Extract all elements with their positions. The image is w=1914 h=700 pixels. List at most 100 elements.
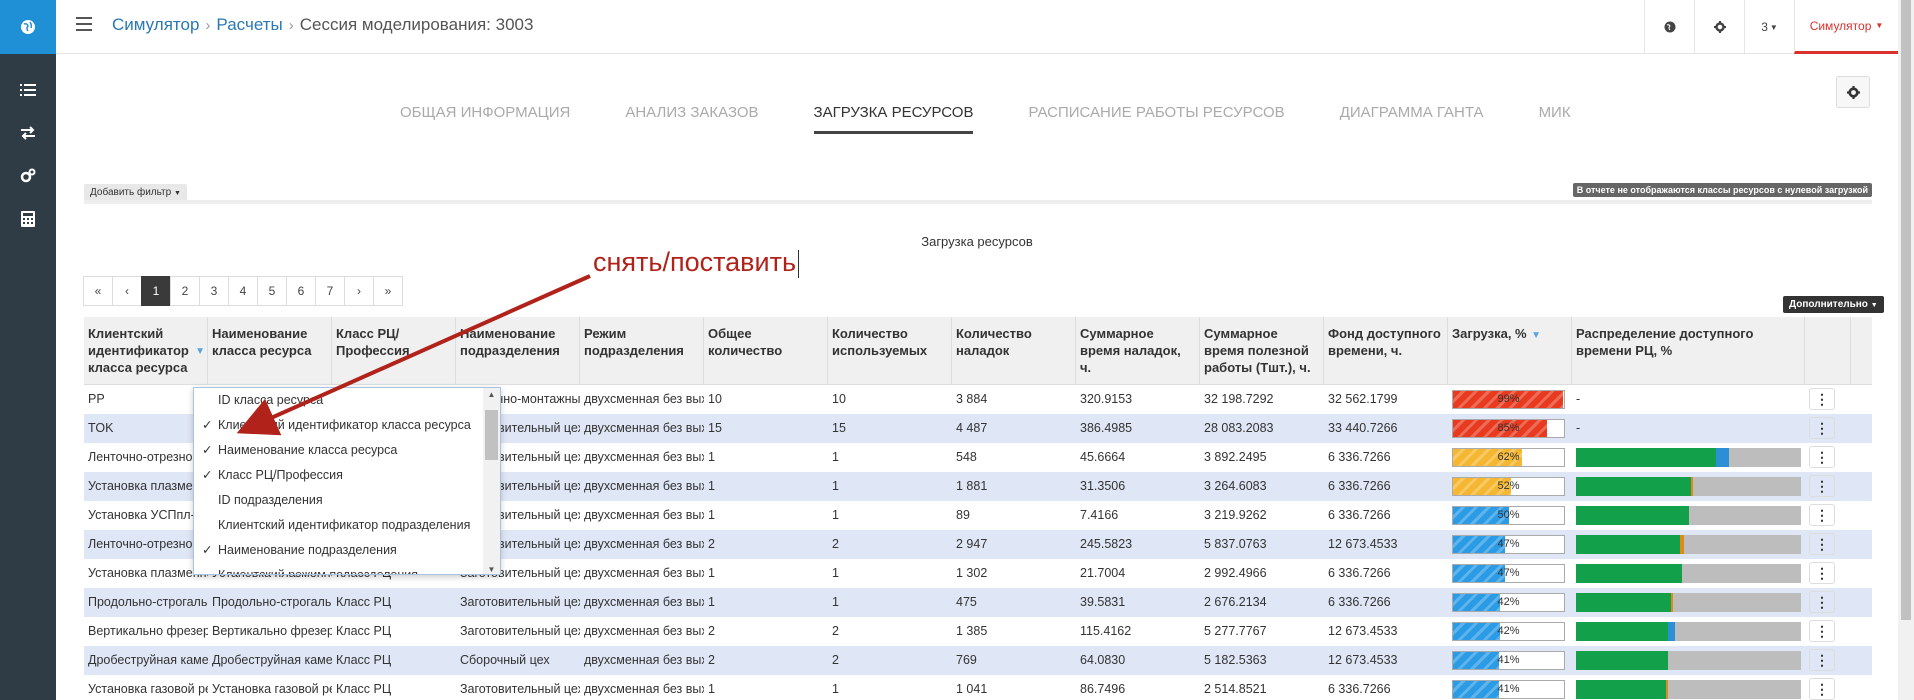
tab-resource-schedule[interactable]: РАСПИСАНИЕ РАБОТЫ РЕСУРСОВ [1028,104,1284,134]
page-button[interactable]: « [83,276,113,306]
table-cell: Вертикально фрезерный [212,624,332,638]
list-icon[interactable] [0,68,56,111]
row-menu-kebab-icon[interactable]: ⋮ [1809,388,1835,410]
row-menu-kebab-icon[interactable]: ⋮ [1809,446,1835,468]
hamburger-menu-icon[interactable] [76,17,92,31]
tab-mik[interactable]: МИК [1539,104,1571,134]
tab-gantt[interactable]: ДИАГРАММА ГАНТА [1340,104,1484,134]
row-menu-kebab-icon[interactable]: ⋮ [1809,533,1835,555]
globe-icon[interactable] [1644,0,1694,54]
table-row[interactable]: Установка газовой резки Установка газовой… [84,675,1872,700]
simulator-menu[interactable]: Симулятор ▼ [1794,0,1898,54]
load-percent: 47% [1497,567,1520,579]
load-cell: 99% [1448,385,1572,414]
row-menu-kebab-icon[interactable]: ⋮ [1809,591,1835,613]
row-menu-kebab-icon[interactable]: ⋮ [1809,562,1835,584]
column-header[interactable]: Общее количество [704,317,828,384]
page-button[interactable]: 1 [141,276,171,306]
column-header[interactable]: Загрузка, % ▼ [1448,317,1572,384]
globe-logo-icon[interactable] [0,0,56,54]
load-bar: 99% [1452,390,1565,409]
table-cell: 1 [832,479,839,493]
page-button[interactable]: 2 [170,276,200,306]
column-header-label: Загрузка, % [1452,326,1527,341]
column-header[interactable]: Режим подразделения [580,317,704,384]
filter-icon[interactable]: ▼ [1531,327,1541,344]
column-header[interactable]: Фонд доступного времени, ч. [1324,317,1448,384]
column-header[interactable]: Класс РЦ/ Профессия [332,317,456,384]
chevron-right-icon: › [288,16,294,34]
column-toggle-item[interactable]: ✓ Клиентский идентификатор класса ресурса [194,413,500,438]
page-button[interactable]: ‹ [112,276,142,306]
topbar-actions: 3 ▼ Симулятор ▼ [1644,0,1898,54]
table-cell: 1 [832,595,839,609]
distribution-bar [1576,593,1801,612]
column-toggle-item[interactable]: ✓ Наименование подразделения [194,538,500,563]
row-menu-kebab-icon[interactable]: ⋮ [1809,504,1835,526]
page-button[interactable]: › [344,276,374,306]
column-header[interactable]: Суммарное время полезной работы (Тшт.), … [1200,317,1324,384]
gear-icon[interactable] [1694,0,1744,54]
column-header[interactable]: Распределение доступного времени РЦ, % [1572,317,1805,384]
row-menu-kebab-icon[interactable]: ⋮ [1809,649,1835,671]
dropdown-scrollbar[interactable]: ▲ ▼ [483,388,500,574]
column-toggle-item[interactable]: ✓ Класс РЦ/Профессия [194,463,500,488]
session-count-dropdown[interactable]: 3 ▼ [1744,0,1794,54]
table-cell: двухсменная без выходных [584,479,704,493]
row-menu-kebab-icon[interactable]: ⋮ [1809,475,1835,497]
table-cell: двухсменная без выходных [584,537,704,551]
table-cell: 769 [956,653,977,667]
table-cell: 2 676.2134 [1204,595,1267,609]
breadcrumb-calculations[interactable]: Расчеты [216,15,282,35]
load-percent: 41% [1497,683,1520,695]
row-menu-kebab-icon[interactable]: ⋮ [1809,678,1835,700]
column-toggle-item[interactable]: Клиентский идентификатор подразделения [194,513,500,538]
gears-icon[interactable] [0,154,56,197]
column-header[interactable]: Количество наладок [952,317,1076,384]
column-header[interactable]: Наименование подразделения [456,317,580,384]
exchange-icon[interactable] [0,111,56,154]
table-row[interactable]: Дробеструйная камера Дробеструйная камера… [84,646,1872,675]
column-header[interactable]: Количество используемых [828,317,952,384]
load-percent: 42% [1497,625,1520,637]
load-percent: 42% [1497,596,1520,608]
column-toggle-item[interactable]: ID класса ресурса [194,388,500,413]
page-button[interactable]: 6 [286,276,316,306]
column-header[interactable]: Клиентский идентификатор класса ресурса ▼ [84,317,208,384]
column-header-label: Класс РЦ/ Профессия [336,326,410,358]
report-settings-button[interactable] [1836,76,1870,108]
row-menu-kebab-icon[interactable]: ⋮ [1809,417,1835,439]
table-cell: 4 487 [956,421,988,435]
distribution-free-segment [1672,593,1801,612]
page-button[interactable]: 5 [257,276,287,306]
filter-icon[interactable]: ▼ [195,343,205,360]
row-menu-kebab-icon[interactable]: ⋮ [1809,620,1835,642]
table-row[interactable]: Вертикально фрезерный Вертикально фрезерн… [84,617,1872,646]
breadcrumb-simulator[interactable]: Симулятор [112,15,199,35]
load-cell: 52% [1448,472,1572,501]
page-scrollbar[interactable] [1898,0,1914,700]
tab-orders-analysis[interactable]: АНАЛИЗ ЗАКАЗОВ [625,104,758,134]
page-button[interactable]: 7 [315,276,345,306]
page-button[interactable]: 4 [228,276,258,306]
page-button[interactable]: 3 [199,276,229,306]
table-cell: 15 [832,421,846,435]
scroll-down-icon[interactable]: ▼ [483,565,500,574]
column-toggle-item[interactable]: ✓ Наименование класса ресурса [194,438,500,463]
column-header[interactable]: Суммарное время наладок, ч. [1076,317,1200,384]
tab-resource-load[interactable]: ЗАГРУЗКА РЕСУРСОВ [813,104,974,134]
table-cell: 6 336.7266 [1328,479,1391,493]
column-header-label: Суммарное время наладок, ч. [1080,326,1181,375]
distribution-setup-segment [1715,448,1729,467]
column-toggle-item[interactable]: ID подразделения [194,488,500,513]
column-toggle-item[interactable]: Клиентский режим подразделения [194,563,500,574]
scroll-up-icon[interactable]: ▲ [483,390,500,399]
extra-button[interactable]: Дополнительно ▼ [1783,296,1884,313]
distribution-bar [1576,535,1801,554]
page-button[interactable]: » [373,276,403,306]
table-row[interactable]: Продольно-строгальный Продольно-строгальн… [84,588,1872,617]
add-filter-button[interactable]: Добавить фильтр ▼ [84,184,187,201]
column-header[interactable]: Наименование класса ресурса [208,317,332,384]
tab-general-info[interactable]: ОБЩАЯ ИНФОРМАЦИЯ [400,104,570,134]
load-cell: 50% [1448,501,1572,530]
